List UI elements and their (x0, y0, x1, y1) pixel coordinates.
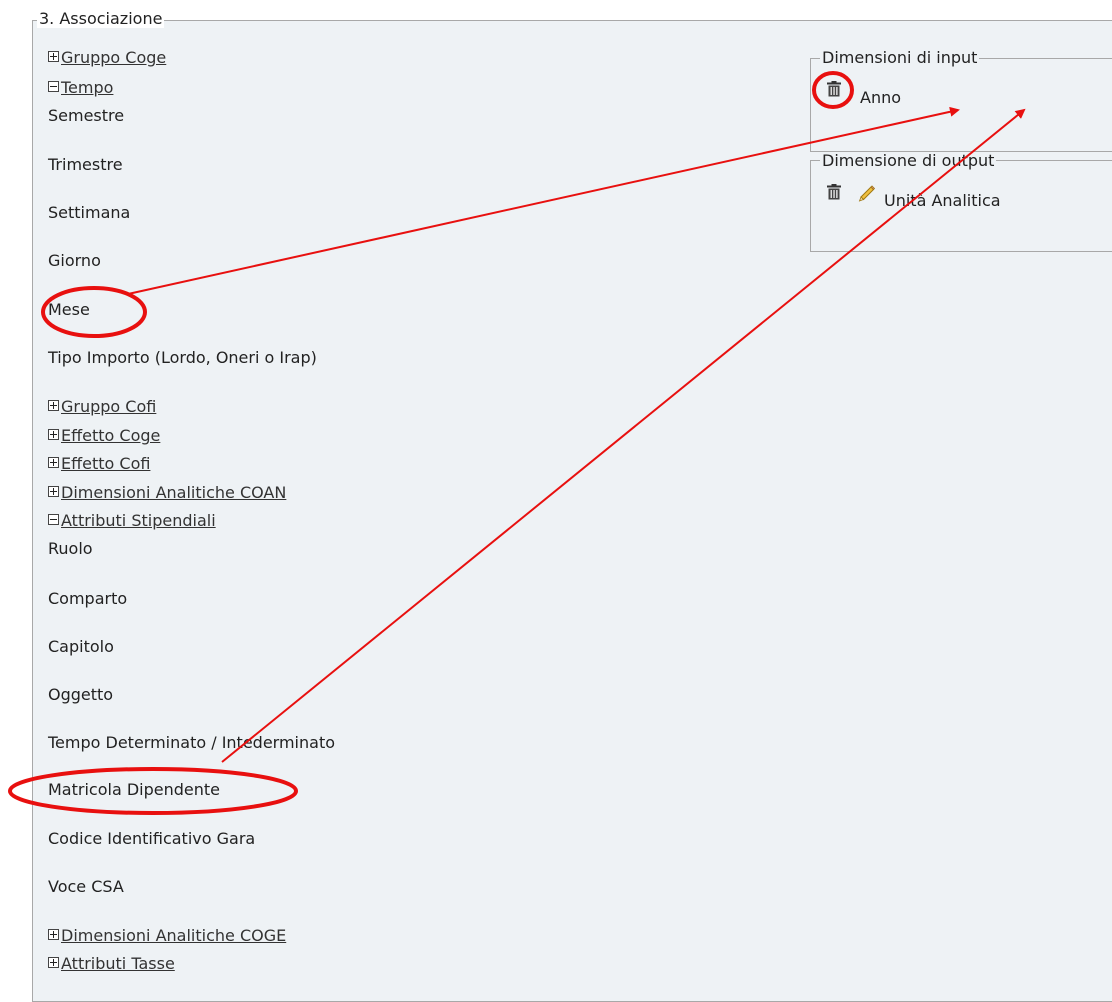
tree-leaf-trimestre[interactable]: Trimestre (48, 154, 123, 176)
tree-leaf-tempo-determinato[interactable]: Tempo Determinato / Intederminato (48, 732, 335, 754)
expand-plus-icon[interactable] (48, 486, 59, 497)
expand-plus-icon[interactable] (48, 400, 59, 411)
tree-leaf-codice-gara[interactable]: Codice Identificativo Gara (48, 828, 255, 850)
tree-group-gruppo-cofi[interactable]: Gruppo Cofi (48, 396, 156, 418)
tree-leaf-matricola-dipendente[interactable]: Matricola Dipendente (48, 779, 220, 801)
tree-group-label[interactable]: Effetto Cofi (61, 454, 150, 473)
tree-group-gruppo-coge[interactable]: Gruppo Coge (48, 47, 166, 69)
output-dimension-legend: Dimensione di output (820, 151, 997, 170)
tree-leaf-ruolo[interactable]: Ruolo (48, 538, 93, 560)
expand-plus-icon[interactable] (48, 929, 59, 940)
tree-group-label[interactable]: Dimensioni Analitiche COAN (61, 483, 286, 502)
tree-group-attributi-stipendiali[interactable]: Attributi Stipendiali (48, 510, 216, 532)
trash-icon[interactable] (827, 81, 841, 97)
tree-leaf-settimana[interactable]: Settimana (48, 202, 130, 224)
tree-group-dimensioni-coan[interactable]: Dimensioni Analitiche COAN (48, 482, 286, 504)
dimension-tree: Gruppo Coge Tempo Semestre Trimestre Set… (48, 0, 748, 976)
input-dimensions-box (810, 58, 1112, 152)
collapse-minus-icon[interactable] (48, 514, 59, 525)
tree-leaf-semestre[interactable]: Semestre (48, 105, 124, 127)
tree-leaf-giorno[interactable]: Giorno (48, 250, 101, 272)
tree-group-label[interactable]: Dimensioni Analitiche COGE (61, 926, 286, 945)
expand-plus-icon[interactable] (48, 429, 59, 440)
tree-group-tempo[interactable]: Tempo (48, 77, 113, 99)
pencil-icon[interactable] (858, 184, 876, 202)
output-dimension-label: Unità Analitica (884, 191, 1001, 210)
tree-group-effetto-cofi[interactable]: Effetto Cofi (48, 453, 150, 475)
collapse-minus-icon[interactable] (48, 81, 59, 92)
tree-group-label[interactable]: Gruppo Coge (61, 48, 166, 67)
tree-group-label[interactable]: Tempo (61, 78, 113, 97)
input-dimension-label: Anno (860, 88, 902, 107)
tree-group-effetto-coge[interactable]: Effetto Coge (48, 425, 160, 447)
tree-group-attributi-tasse[interactable]: Attributi Tasse (48, 953, 175, 975)
expand-plus-icon[interactable] (48, 457, 59, 468)
tree-group-label[interactable]: Attributi Stipendiali (61, 511, 216, 530)
tree-group-label[interactable]: Effetto Coge (61, 426, 160, 445)
expand-plus-icon[interactable] (48, 51, 59, 62)
tree-leaf-comparto[interactable]: Comparto (48, 588, 127, 610)
expand-plus-icon[interactable] (48, 957, 59, 968)
trash-icon[interactable] (827, 184, 841, 200)
tree-group-label[interactable]: Attributi Tasse (61, 954, 175, 973)
tree-leaf-voce-csa[interactable]: Voce CSA (48, 876, 124, 898)
tree-leaf-mese[interactable]: Mese (48, 299, 90, 321)
tree-leaf-tipo-importo[interactable]: Tipo Importo (Lordo, Oneri o Irap) (48, 347, 317, 369)
tree-leaf-capitolo[interactable]: Capitolo (48, 636, 114, 658)
tree-group-label[interactable]: Gruppo Cofi (61, 397, 156, 416)
tree-leaf-oggetto[interactable]: Oggetto (48, 684, 113, 706)
input-dimensions-legend: Dimensioni di input (820, 48, 980, 67)
tree-group-dimensioni-coge[interactable]: Dimensioni Analitiche COGE (48, 925, 286, 947)
